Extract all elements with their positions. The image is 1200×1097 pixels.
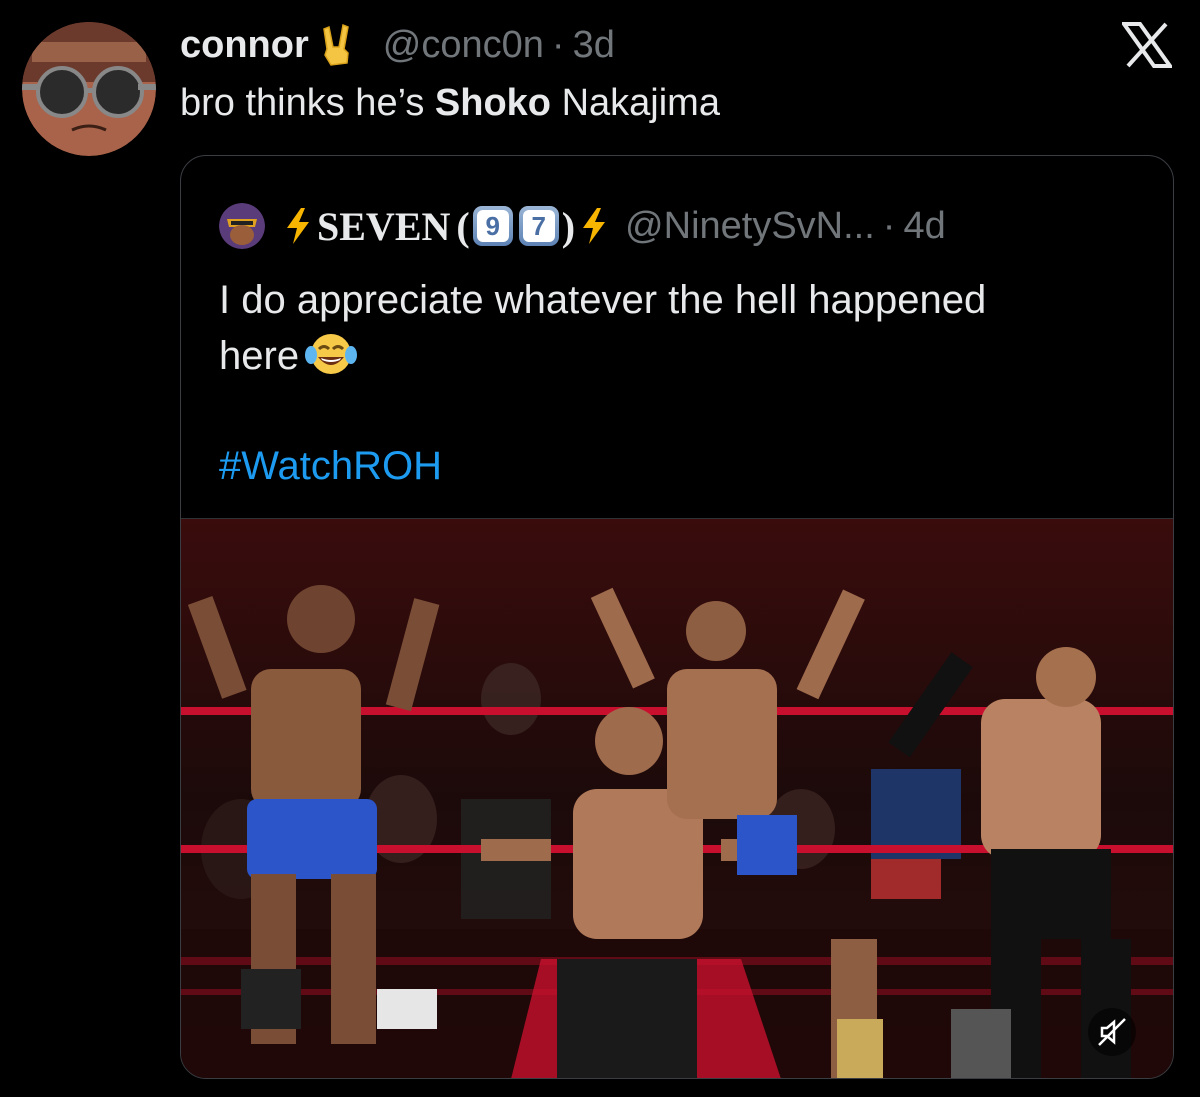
- quoted-header: SEVEN ( 9 7 ) @NinetySvN... · 4d: [219, 200, 946, 252]
- tweet-text-bold: Shoko: [434, 82, 552, 124]
- hashtag-link[interactable]: #WatchROH: [219, 444, 442, 489]
- keycap-1: 9: [476, 210, 509, 242]
- quoted-text-line1: I do appreciate whatever the hell happen…: [219, 278, 987, 322]
- keycap-2: 7: [522, 210, 555, 242]
- display-name[interactable]: connor: [180, 24, 309, 67]
- quoted-avatar[interactable]: [219, 203, 265, 249]
- tweet-header: connor @conc0n · 3d: [180, 18, 615, 72]
- quoted-display-name[interactable]: SEVEN: [317, 203, 450, 250]
- quoted-tweet[interactable]: SEVEN ( 9 7 ) @NinetySvN... · 4d I do ap…: [180, 155, 1174, 1079]
- quoted-text-line2-wrap: here: [219, 328, 1139, 384]
- quoted-handle[interactable]: @NinetySvN...: [625, 205, 875, 248]
- tweet-text-after: Nakajima: [551, 82, 720, 124]
- media-video[interactable]: [181, 518, 1173, 1078]
- lightning-bolt-icon: [285, 208, 311, 244]
- keycap-digit-icon: 9: [472, 206, 513, 246]
- keycap-digit-icon: 7: [518, 206, 559, 246]
- tweet-card[interactable]: connor @conc0n · 3d bro thinks he’s Shok…: [0, 0, 1200, 1097]
- tweet-text-before: bro thinks he’s: [180, 82, 435, 124]
- avatar[interactable]: [22, 22, 156, 156]
- muted-speaker-icon[interactable]: [1087, 1007, 1137, 1057]
- quoted-timestamp[interactable]: 4d: [903, 205, 945, 248]
- quoted-text-line2: here: [219, 334, 300, 378]
- quoted-text: I do appreciate whatever the hell happen…: [219, 272, 1139, 384]
- lightning-bolt-icon: [581, 208, 607, 244]
- x-logo-icon[interactable]: [1120, 22, 1174, 68]
- face-with-tears-of-joy-icon: [305, 331, 358, 377]
- paren-close: ): [561, 203, 576, 249]
- separator: ·: [882, 204, 896, 247]
- tweet-text: bro thinks he’s Shoko Nakajima: [180, 78, 720, 128]
- victory-hand-icon: [317, 23, 357, 67]
- wrestling-scene: [181, 519, 1173, 1078]
- timestamp[interactable]: 3d: [573, 24, 615, 67]
- separator: ·: [551, 23, 565, 66]
- paren-open: (: [456, 203, 470, 249]
- handle[interactable]: @conc0n: [383, 24, 544, 67]
